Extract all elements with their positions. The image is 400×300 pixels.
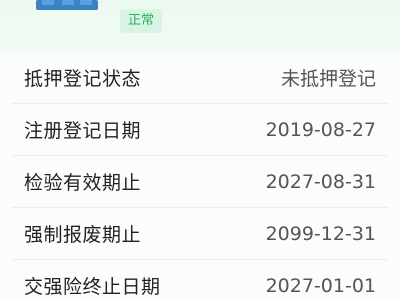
row-label: 注册登记日期 — [24, 120, 142, 142]
row-value: 2027-01-01 — [265, 274, 376, 297]
row-registration-date: 注册登记日期 2019-08-27 — [12, 104, 388, 156]
row-label: 交强险终止日期 — [24, 276, 161, 298]
row-value: 2027-08-31 — [265, 170, 376, 193]
row-value: 2099-12-31 — [265, 222, 376, 245]
vehicle-info-list: 抵押登记状态 未抵押登记 注册登记日期 2019-08-27 检验有效期止 20… — [12, 52, 388, 300]
row-value: 未抵押登记 — [280, 68, 376, 90]
row-label: 抵押登记状态 — [24, 68, 142, 90]
row-label: 强制报废期止 — [24, 224, 142, 246]
vehicle-info-screen: 正常 抵押登记状态 未抵押登记 注册登记日期 2019-08-27 检验有效期止… — [0, 0, 400, 300]
row-insurance-end-date: 交强险终止日期 2027-01-01 — [12, 260, 388, 300]
row-value: 2019-08-27 — [265, 118, 376, 141]
row-inspection-valid-until: 检验有效期止 2027-08-31 — [12, 156, 388, 208]
vehicle-plate-icon — [36, 0, 98, 10]
status-badge: 正常 — [120, 9, 162, 33]
row-scrap-deadline: 强制报废期止 2099-12-31 — [12, 208, 388, 260]
row-label: 检验有效期止 — [24, 172, 142, 194]
vehicle-header: 正常 — [0, 0, 400, 52]
row-mortgage-status: 抵押登记状态 未抵押登记 — [12, 52, 388, 104]
